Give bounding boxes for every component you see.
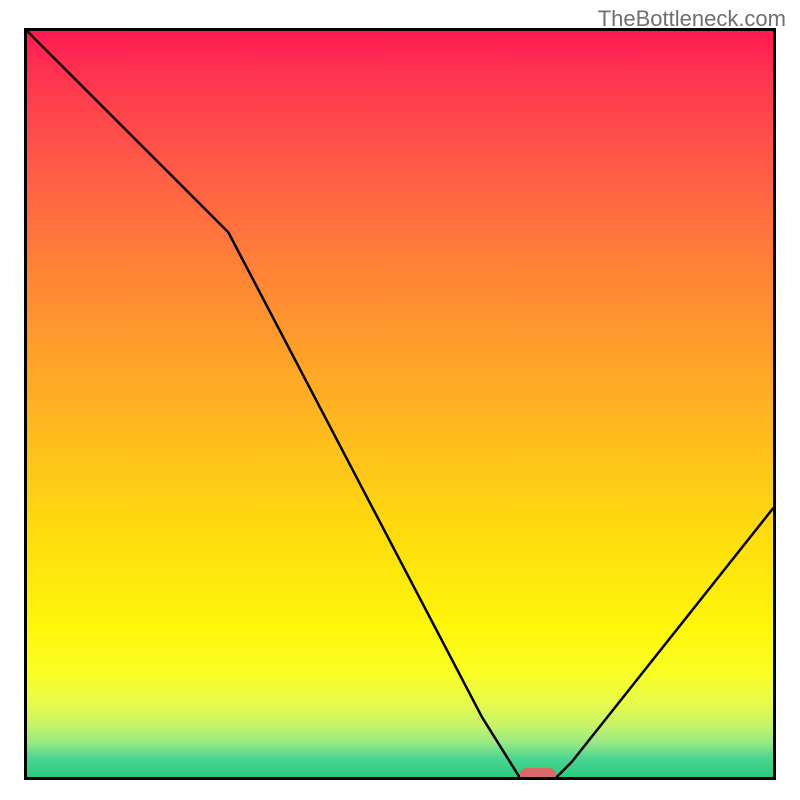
chart-container: TheBottleneck.com <box>0 0 800 800</box>
plot-area <box>24 28 776 780</box>
optimal-range-marker <box>520 768 556 780</box>
watermark-text: TheBottleneck.com <box>598 6 786 32</box>
bottleneck-curve <box>27 31 773 777</box>
